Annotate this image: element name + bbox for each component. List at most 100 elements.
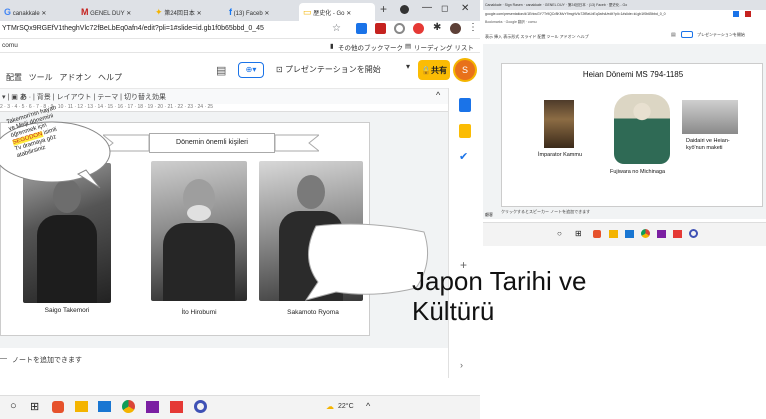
app-icon[interactable] [170, 401, 183, 413]
dash-icon: — [0, 355, 7, 362]
background-button[interactable]: 背景 [37, 94, 51, 101]
portrait-ito [151, 161, 247, 301]
maximize-button[interactable]: ◻ [441, 3, 448, 14]
right-screenshot: Canakkale · Sign Rasen · canakkale · GEN… [483, 0, 766, 246]
tasks-icon[interactable]: ✔ [459, 150, 468, 163]
reading-list-icon: ▤ [405, 43, 412, 50]
task-view-icon[interactable]: ⊞ [575, 229, 582, 238]
speaker-notes[interactable]: — ノートを追加できます [0, 352, 448, 370]
file-explorer-icon[interactable] [609, 230, 618, 238]
windows-taskbar: ○ ⊞ ☁ 22°C ^ [0, 395, 480, 419]
browser-tab-bar: Canakkale · Sign Rasen · canakkale · GEN… [483, 0, 766, 10]
profile-icon[interactable] [450, 23, 461, 34]
dropdown-icon[interactable]: ▾ [2, 94, 6, 101]
slide-canvas[interactable]: Heian Dönemi MS 794-1185 İmparator Kammu… [501, 63, 763, 207]
windows-taskbar: ○ ⊞ [483, 222, 766, 246]
browser-tab[interactable]: ✦ 第24回日本 ✕ [151, 3, 223, 21]
present-dropdown[interactable]: ▾ [406, 62, 414, 78]
menu-addons[interactable]: アドオン [59, 73, 91, 82]
slides-menubar: 表示 挿入 表示形式 スライド 配置 ツール アドオン ヘルプ ▤ プレゼンテー… [483, 26, 766, 44]
extension-icon[interactable] [745, 11, 751, 17]
keep-icon[interactable] [459, 124, 471, 138]
extension-icon[interactable] [413, 23, 424, 34]
url-text: YTMrSQx9RGEfV1theghVlc72fBeLbEq0afn4/edi… [2, 25, 264, 32]
minimize-button[interactable]: — [422, 2, 432, 13]
extension-icon[interactable] [394, 23, 405, 34]
present-button[interactable]: ⊡ プレゼンテーションを開始 [276, 64, 381, 75]
collapse-toolbar-icon[interactable]: ^ [436, 90, 440, 100]
browser-tab[interactable]: M GENEL DUY ✕ [77, 3, 149, 21]
comments-icon[interactable]: ▤ [671, 32, 676, 38]
bookmark-star-icon[interactable]: ☆ [332, 23, 341, 34]
temperature[interactable]: 22°C [338, 403, 354, 410]
menu-items[interactable]: 表示 挿入 表示形式 スライド 配置 ツール アドオン ヘルプ [485, 34, 589, 40]
left-screenshot: G canakkale ✕ M GENEL DUY ✕ ✦ 第24回日本 ✕ f… [0, 0, 480, 419]
speaker-notes[interactable]: クリックするとスピーカー ノートを追加できます [501, 209, 741, 217]
weather-icon: ☁ [326, 402, 334, 411]
extension-icon[interactable] [356, 23, 367, 34]
app-icon[interactable] [194, 400, 207, 413]
new-tab-button[interactable]: + [380, 2, 387, 16]
bookmark-item[interactable]: comu [2, 42, 18, 49]
app-icon[interactable] [146, 401, 159, 413]
puzzle-icon[interactable]: ✱ [433, 22, 441, 33]
transition-button[interactable]: 切り替え効果 [124, 94, 166, 101]
file-explorer-icon[interactable] [75, 401, 88, 412]
facebook-icon: f [229, 7, 232, 17]
kebab-menu-icon[interactable]: ⋮ [468, 22, 478, 33]
chrome-icon[interactable] [641, 229, 650, 238]
menu-tools[interactable]: ツール [29, 73, 53, 82]
search-icon[interactable]: ○ [557, 229, 562, 238]
app-icon[interactable] [657, 230, 666, 238]
store-icon[interactable] [625, 230, 634, 238]
photo-daidairi [682, 100, 738, 134]
bookmarks-bar: comu ▮ その他のブックマーク ▤ リーディング リスト [0, 39, 480, 53]
show-hidden-icon[interactable]: ^ [366, 401, 370, 411]
painting-kammu [544, 100, 574, 148]
meet-button[interactable] [681, 31, 693, 38]
extension-icon[interactable] [733, 11, 739, 17]
reading-list[interactable]: リーディング リスト [414, 42, 474, 52]
expand-panel-icon[interactable]: › [460, 360, 463, 370]
menu-arrange[interactable]: 配置 [6, 73, 22, 82]
store-icon[interactable] [98, 401, 111, 412]
caption-sakamoto: Sakamoto Ryoma [287, 309, 339, 316]
google-icon: G [4, 7, 12, 17]
office-icon[interactable] [593, 230, 601, 238]
office-icon[interactable] [52, 401, 64, 413]
url-text: google.com/presentation/d/1ErkwGY7Tr9QCr… [485, 12, 666, 16]
other-bookmarks[interactable]: その他のブックマーク [338, 42, 403, 52]
present-button[interactable]: プレゼンテーションを開始 [697, 32, 745, 38]
address-bar[interactable]: YTMrSQx9RGEfV1theghVlc72fBeLbEq0afn4/edi… [0, 21, 480, 39]
app-icon[interactable] [673, 230, 682, 238]
app-icon[interactable] [689, 229, 698, 238]
caption-ito: İto Hirobumi [181, 309, 217, 316]
record-icon[interactable] [400, 5, 409, 14]
browser-tab-bar: G canakkale ✕ M GENEL DUY ✕ ✦ 第24回日本 ✕ f… [0, 0, 480, 21]
meet-button[interactable]: ⊕▾ [238, 62, 264, 78]
gmail-icon: M [81, 7, 89, 17]
tab-strip[interactable]: Canakkale · Sign Rasen · canakkale · GEN… [485, 3, 627, 8]
menu-help[interactable]: ヘルプ [98, 73, 122, 82]
browser-tab[interactable]: f (13) Faceb ✕ [225, 3, 297, 21]
comment-add-icon[interactable]: ▣ [11, 94, 18, 101]
star-icon: ✦ [155, 7, 163, 17]
side-panel: ✔ + › [448, 88, 480, 378]
address-bar[interactable]: google.com/presentation/d/1ErkwGY7Tr9QCr… [483, 10, 766, 18]
label-daidairi: Daidairi ve Heian-kyō'nun maketi [686, 138, 730, 151]
avatar[interactable]: S [455, 60, 475, 80]
collage-canvas: G canakkale ✕ M GENEL DUY ✕ ✦ 第24回日本 ✕ f… [0, 0, 766, 419]
search-icon[interactable]: ○ [10, 400, 17, 412]
pdf-extension-icon[interactable] [375, 23, 386, 34]
share-button[interactable]: 🔒共有 [418, 60, 450, 80]
comments-icon[interactable]: ▤ [216, 64, 226, 77]
bookmark-items[interactable]: Bookmarks · Google 翻訳 · comu [485, 20, 537, 25]
calendar-icon[interactable] [459, 98, 471, 112]
browser-tab-active[interactable]: ▭ 歴史化 - Go ✕ [299, 3, 375, 21]
lock-icon: 🔒 [421, 66, 431, 75]
chrome-icon[interactable] [122, 400, 135, 413]
task-view-icon[interactable]: ⊞ [30, 400, 39, 413]
text-format-icon[interactable]: あ [20, 94, 27, 101]
close-window-button[interactable]: ✕ [461, 3, 469, 14]
browser-tab[interactable]: G canakkale ✕ [0, 3, 75, 21]
